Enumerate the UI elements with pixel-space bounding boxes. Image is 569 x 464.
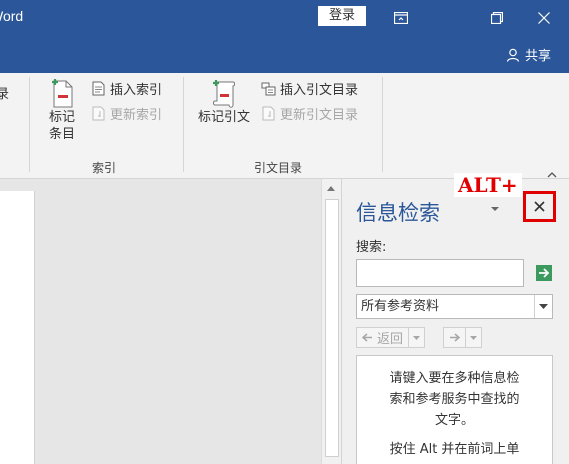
mark-entry-label-line1: 标记 bbox=[48, 110, 75, 125]
search-input[interactable] bbox=[356, 259, 524, 287]
restore-icon bbox=[491, 11, 503, 24]
share-button[interactable]: 共享 bbox=[506, 45, 551, 64]
forward-history-dropdown[interactable] bbox=[465, 328, 481, 347]
mark-entry-icon bbox=[52, 79, 73, 108]
scrollbar-thumb[interactable] bbox=[325, 199, 339, 457]
title-bar: Word 登录 bbox=[0, 0, 569, 35]
group-divider bbox=[183, 77, 184, 172]
insert-toa-icon bbox=[261, 82, 276, 96]
back-label: 返回 bbox=[377, 332, 404, 347]
update-index-button[interactable]: 更新索引 bbox=[91, 104, 162, 123]
update-toa-button[interactable]: 更新引文目录 bbox=[261, 104, 358, 123]
mark-entry-label-line2: 条目 bbox=[48, 127, 75, 142]
scroll-up-icon[interactable] bbox=[326, 185, 336, 192]
restore-button[interactable] bbox=[474, 0, 520, 35]
pane-title: 信息检索 bbox=[356, 201, 440, 225]
hint-line: 请键入要在多种信息检 bbox=[389, 371, 520, 386]
document-page[interactable] bbox=[0, 191, 35, 464]
reference-source-select[interactable]: 所有参考资料 bbox=[356, 294, 553, 319]
insert-index-button[interactable]: 插入索引 bbox=[91, 79, 162, 98]
login-button[interactable]: 登录 bbox=[318, 6, 366, 26]
index-group-label: 索引 bbox=[92, 161, 117, 175]
ribbon-display-options-button[interactable] bbox=[378, 0, 424, 35]
chevron-down-icon bbox=[413, 335, 421, 340]
pane-options-button[interactable] bbox=[490, 201, 500, 215]
insert-index-icon bbox=[92, 81, 105, 96]
insert-toa-button[interactable]: 插入引文目录 bbox=[261, 79, 358, 98]
mark-citation-label: 标记引文 bbox=[197, 110, 250, 125]
person-icon bbox=[506, 48, 520, 62]
chevron-down-icon bbox=[539, 304, 548, 309]
back-button[interactable]: 返回 bbox=[356, 327, 426, 348]
insert-index-label: 插入索引 bbox=[110, 83, 163, 98]
update-toa-label: 更新引文目录 bbox=[280, 108, 359, 123]
close-window-button[interactable] bbox=[521, 0, 567, 35]
group-divider bbox=[29, 77, 30, 172]
arrow-right-icon bbox=[539, 268, 550, 278]
document-area bbox=[0, 179, 340, 464]
ribbon-partial-label: 录 bbox=[0, 87, 10, 102]
mark-citation-button[interactable]: 标记引文 bbox=[195, 79, 253, 126]
tip-line: 按住 Alt 并在前词上单 bbox=[389, 442, 520, 457]
search-go-button[interactable] bbox=[536, 265, 552, 281]
search-label: 搜索: bbox=[356, 240, 387, 255]
research-pane: 信息检索 ALT+ 搜索: 所有参考资料 返回 请键入要在多种信息检 索和参考服… bbox=[341, 173, 569, 464]
close-icon bbox=[534, 201, 545, 212]
dropdown-toggle[interactable] bbox=[534, 295, 552, 318]
update-index-icon bbox=[92, 106, 105, 121]
app-title: Word bbox=[0, 8, 24, 24]
group-divider bbox=[382, 77, 383, 172]
source-selected-label: 所有参考资料 bbox=[361, 299, 440, 314]
command-bar: 共享 bbox=[0, 35, 569, 73]
forward-button[interactable] bbox=[443, 327, 482, 348]
hint-line: 文字。 bbox=[434, 413, 474, 428]
mark-entry-button[interactable]: 标记 条目 bbox=[46, 79, 78, 143]
vertical-scrollbar[interactable] bbox=[321, 179, 341, 464]
share-label: 共享 bbox=[524, 49, 551, 64]
hint-line: 索和参考服务中查找的 bbox=[389, 392, 520, 407]
results-panel: 请键入要在多种信息检 索和参考服务中查找的 文字。 按住 Alt 并在前词上单 bbox=[356, 355, 553, 464]
ribbon-display-icon bbox=[394, 11, 408, 24]
update-toa-icon bbox=[262, 106, 275, 121]
pane-close-button[interactable] bbox=[523, 191, 556, 222]
back-history-dropdown[interactable] bbox=[408, 328, 424, 347]
ribbon: 录 标记 条目 插入索引 更新索引 索引 标记引文 插入引文目录 更新引文目录 … bbox=[0, 73, 569, 179]
alt-annotation: ALT+ bbox=[454, 173, 522, 197]
mark-citation-icon bbox=[213, 80, 235, 108]
arrow-right-icon bbox=[450, 333, 460, 342]
close-icon bbox=[538, 11, 550, 24]
chevron-up-icon bbox=[547, 172, 557, 178]
chevron-down-icon bbox=[470, 335, 477, 340]
chevron-down-icon bbox=[491, 207, 499, 211]
insert-toa-label: 插入引文目录 bbox=[280, 83, 359, 98]
arrow-left-icon bbox=[362, 333, 372, 342]
update-index-label: 更新索引 bbox=[110, 108, 163, 123]
toa-group-label: 引文目录 bbox=[254, 161, 303, 175]
